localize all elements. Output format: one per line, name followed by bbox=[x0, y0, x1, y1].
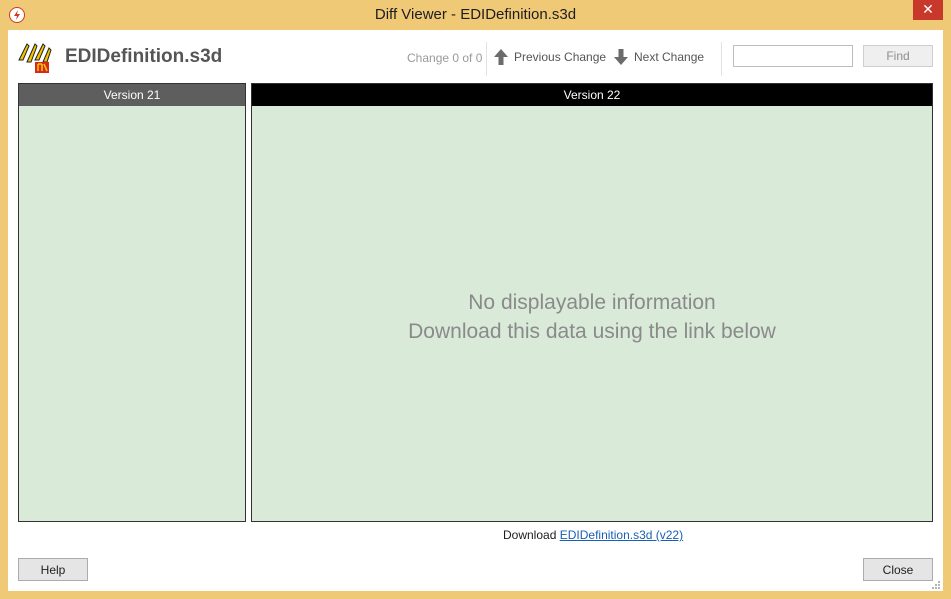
search-input[interactable] bbox=[733, 45, 853, 67]
change-counter: Change 0 of 0 bbox=[407, 51, 483, 65]
dialog-body: EDIDefinition.s3d Change 0 of 0 Previous… bbox=[8, 30, 943, 591]
version-21-header: Version 21 bbox=[19, 84, 245, 106]
resize-grip-icon[interactable] bbox=[929, 577, 941, 589]
help-button[interactable]: Help bbox=[18, 558, 88, 581]
arrow-down-icon bbox=[614, 49, 628, 65]
no-data-message: No displayable information Download this… bbox=[252, 288, 932, 346]
next-change-button[interactable]: Next Change bbox=[613, 46, 704, 68]
find-button[interactable]: Find bbox=[863, 45, 933, 67]
previous-change-label: Previous Change bbox=[514, 50, 607, 64]
version-22-header: Version 22 bbox=[252, 84, 932, 106]
version-22-pane[interactable]: Version 22 No displayable information Do… bbox=[251, 83, 933, 522]
file-type-logo bbox=[17, 40, 53, 74]
title-bar: Diff Viewer - EDIDefinition.s3d ✕ bbox=[0, 0, 951, 30]
toolbar-divider bbox=[721, 42, 722, 76]
previous-change-button[interactable]: Previous Change bbox=[493, 46, 606, 68]
toolbar-divider bbox=[486, 42, 487, 76]
no-data-line1: No displayable information bbox=[468, 291, 716, 314]
download-link[interactable]: EDIDefinition.s3d (v22) bbox=[560, 528, 683, 542]
close-button[interactable]: Close bbox=[863, 558, 933, 581]
window-close-button[interactable]: ✕ bbox=[913, 0, 943, 20]
arrow-up-icon bbox=[494, 49, 508, 65]
download-row: Download EDIDefinition.s3d (v22) bbox=[503, 528, 683, 542]
version-21-pane[interactable]: Version 21 bbox=[18, 83, 246, 522]
window-title: Diff Viewer - EDIDefinition.s3d bbox=[374, 6, 577, 23]
download-label: Download bbox=[503, 528, 557, 542]
next-change-label: Next Change bbox=[634, 50, 705, 64]
no-data-line2: Download this data using the link below bbox=[408, 320, 776, 343]
file-name-heading: EDIDefinition.s3d bbox=[65, 46, 223, 67]
